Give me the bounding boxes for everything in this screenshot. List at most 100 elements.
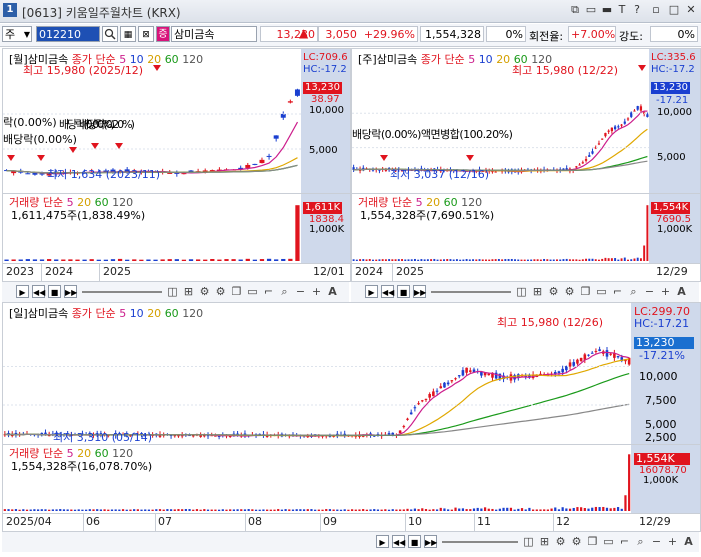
daily-chart-icon[interactable]: ◫ (522, 535, 535, 548)
monthly-zoom-in-icon[interactable]: + (310, 285, 323, 298)
daily-zoom-slider[interactable] (442, 541, 518, 543)
volume-bar (410, 259, 413, 261)
monthly-area-icon[interactable]: ▭ (246, 285, 259, 298)
weekly-chart-icon[interactable]: ◫ (515, 285, 528, 298)
candle-body (578, 164, 581, 166)
monthly-gear-icon[interactable]: ⚙ (198, 285, 211, 298)
candle-body (494, 171, 497, 173)
candle-body (480, 371, 483, 376)
monthly-grid-icon[interactable]: ⊞ (182, 285, 195, 298)
volume-bar (121, 509, 125, 511)
weekly-stop-button[interactable]: ■ (397, 285, 410, 298)
code-list-icon[interactable]: ▦ (120, 26, 136, 42)
candle-body (273, 135, 279, 139)
maximize-icon[interactable]: □ (667, 3, 681, 17)
monthly-zoom-out-icon[interactable]: − (294, 285, 307, 298)
daily-grid-icon[interactable]: ⊞ (538, 535, 551, 548)
close-icon[interactable]: ✕ (684, 3, 698, 17)
daily-xgrid-5 (405, 513, 406, 531)
volume-bar (565, 258, 568, 261)
window-number-badge: 1 (3, 3, 17, 17)
volume-bar (125, 259, 130, 261)
volume-bar (404, 259, 407, 261)
weekly-zoom-in-icon[interactable]: + (659, 285, 672, 298)
monthly-copy-icon[interactable]: ❐ (230, 285, 243, 298)
daily-zoom-in-icon[interactable]: + (666, 535, 679, 548)
monthly-zoom-slider[interactable] (82, 291, 162, 293)
daily-xgrid-6 (474, 513, 475, 531)
daily-zoom-out-icon[interactable]: − (650, 535, 663, 548)
weekly-gear-icon[interactable]: ⚙ (547, 285, 560, 298)
weekly-font-icon[interactable]: A (675, 285, 688, 298)
daily-next-button[interactable]: ▶ (376, 535, 389, 548)
monthly-line-icon[interactable]: ⌐ (262, 285, 275, 298)
monthly-settings-icon[interactable]: ⚙ (214, 285, 227, 298)
pin-icon[interactable]: ▬ (600, 3, 614, 17)
volume-bar (591, 507, 594, 511)
daily-back-button[interactable]: ◀◀ (392, 535, 405, 548)
weekly-settings-icon[interactable]: ⚙ (563, 285, 576, 298)
monthly-search-icon[interactable]: ⌕ (278, 285, 291, 298)
weekly-grid-icon[interactable]: ⊞ (531, 285, 544, 298)
volume-bar (483, 507, 487, 511)
restore-icon[interactable]: ▭ (584, 3, 598, 17)
daily-forward-button[interactable]: ▶▶ (424, 535, 437, 548)
daily-stock-name: 삼미금속 (27, 307, 69, 320)
volume-bar (81, 509, 84, 511)
search-icon[interactable] (102, 26, 118, 42)
weekly-back-button[interactable]: ◀◀ (381, 285, 394, 298)
daily-search-icon[interactable]: ⌕ (634, 535, 647, 548)
candle-body (557, 371, 561, 373)
weekly-area-icon[interactable]: ▭ (595, 285, 608, 298)
help-icon[interactable]: ? (630, 3, 644, 17)
market-select[interactable]: 주 ▼ (2, 26, 32, 42)
monthly-font-icon[interactable]: A (326, 285, 339, 298)
weekly-low-label: 최저 3,037 (12/16) (390, 168, 490, 181)
weekly-forward-button[interactable]: ▶▶ (413, 285, 426, 298)
monthly-candles-svg (3, 65, 301, 261)
weekly-copy-icon[interactable]: ❐ (579, 285, 592, 298)
daily-xtick-4: 09 (323, 515, 337, 528)
volume-bar (380, 509, 383, 511)
volume-bar (18, 509, 21, 511)
volume-bar (513, 509, 516, 511)
daily-area-icon[interactable]: ▭ (602, 535, 615, 548)
monthly-stop-button[interactable]: ■ (48, 285, 61, 298)
volume-bar (232, 509, 235, 511)
daily-line-icon[interactable]: ⌐ (618, 535, 631, 548)
monthly-chart-icon[interactable]: ◫ (166, 285, 179, 298)
minimize-icon[interactable]: ▫ (649, 3, 663, 17)
daily-copy-icon[interactable]: ❐ (586, 535, 599, 548)
daily-font-icon[interactable]: A (682, 535, 695, 548)
lock-icon[interactable]: ⊠ (138, 26, 154, 42)
link-window-icon[interactable]: ⧉ (568, 3, 582, 17)
weekly-next-button[interactable]: ▶ (365, 285, 378, 298)
monthly-forward-button[interactable]: ▶▶ (64, 285, 77, 298)
turnover-label: 회전율: (529, 30, 564, 43)
volume-bar (350, 509, 354, 511)
text-icon[interactable]: T (615, 3, 629, 17)
volume-bar (110, 509, 114, 511)
event-marker-1 (37, 155, 45, 161)
volume-bar (491, 508, 494, 511)
weekly-xgrid-1 (392, 263, 393, 281)
weekly-line-icon[interactable]: ⌐ (611, 285, 624, 298)
daily-price-type: 종가 (71, 307, 92, 320)
volume-bar (468, 259, 471, 261)
daily-gear-icon[interactable]: ⚙ (554, 535, 567, 548)
monthly-back-button[interactable]: ◀◀ (32, 285, 45, 298)
weekly-zoom-slider[interactable] (431, 291, 511, 293)
weekly-search-icon[interactable]: ⌕ (627, 285, 640, 298)
volume-bar (236, 509, 239, 511)
volume-bar (581, 259, 584, 261)
daily-vol-box: 1,554K (634, 453, 690, 465)
weekly-zoom-out-icon[interactable]: − (643, 285, 656, 298)
weekly-candles-svg (352, 65, 649, 261)
market-value: 주 (5, 28, 16, 41)
daily-stop-button[interactable]: ■ (408, 535, 421, 548)
daily-settings-icon[interactable]: ⚙ (570, 535, 583, 548)
volume-bar (417, 509, 420, 511)
volume-bar (504, 259, 507, 261)
monthly-next-button[interactable]: ▶ (16, 285, 29, 298)
stock-code-input[interactable]: 012210 (36, 26, 100, 42)
